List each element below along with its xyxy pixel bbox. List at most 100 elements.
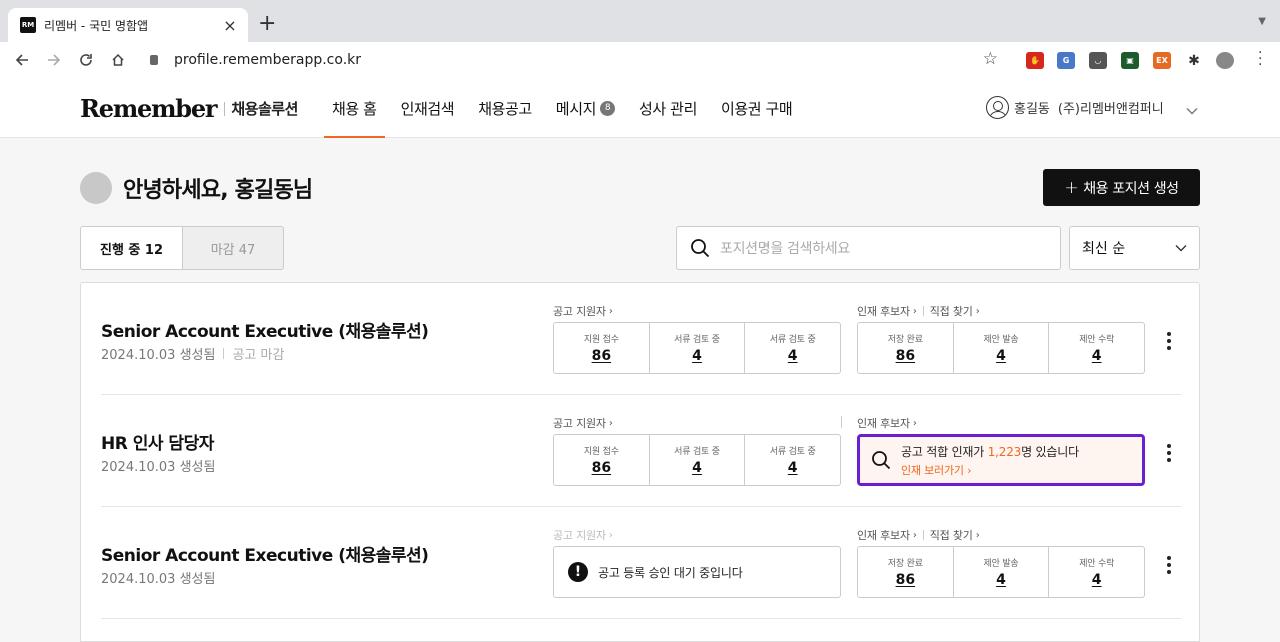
stat-sent[interactable]: 제안 발송 4 <box>954 323 1050 373</box>
tab-title: 리멤버 - 국민 명함앱 <box>44 18 149 33</box>
close-tab-icon[interactable]: × <box>222 16 238 35</box>
stat-accepted[interactable]: 제안 수락 4 <box>1049 547 1144 597</box>
extensions-puzzle-icon[interactable]: ✱ <box>1185 52 1203 69</box>
banner-suffix: 명 있습니다 <box>1021 444 1079 459</box>
applicants-link[interactable]: 공고 지원자 › <box>553 415 613 431</box>
stat-received[interactable]: 지원 접수 86 <box>554 323 650 373</box>
chevron-right-icon: › <box>912 417 917 429</box>
stat-accepted[interactable]: 제안 수락 4 <box>1049 323 1144 373</box>
browser-menu-icon[interactable]: · · · <box>1258 46 1262 72</box>
view-talent-link[interactable]: 인재 보러가기 › <box>901 462 1079 478</box>
chevron-right-icon: › <box>912 529 917 541</box>
more-options-icon[interactable] <box>1167 444 1171 462</box>
more-options-icon[interactable] <box>1167 332 1171 350</box>
stat-label: 지원 접수 <box>583 447 619 457</box>
applicants-label: 공고 지원자 <box>553 529 606 542</box>
stat-value: 4 <box>1091 348 1102 364</box>
chevron-right-icon: › <box>975 305 980 317</box>
stat-value: 4 <box>787 348 798 364</box>
brand[interactable]: Remember 채용솔루션 <box>80 94 298 123</box>
notice-text: 공고 등록 승인 대기 중입니다 <box>598 565 743 580</box>
more-options-icon[interactable] <box>1167 556 1171 574</box>
candidates-link[interactable]: 인재 후보자 <box>857 303 910 319</box>
candidates-link[interactable]: 인재 후보자 <box>857 527 910 543</box>
forward-icon[interactable] <box>38 44 70 76</box>
exclamation-icon: ! <box>568 562 588 582</box>
job-meta: 2024.10.03 생성됨 <box>101 568 215 587</box>
new-tab-icon[interactable]: + <box>258 12 276 36</box>
sort-select[interactable]: 최신 순 <box>1069 226 1200 270</box>
extension-ex-icon[interactable]: EX <box>1153 52 1171 69</box>
job-list: Senior Account Executive (채용솔루션) 2024.10… <box>80 282 1200 642</box>
bookmark-star-icon[interactable]: ☆ <box>983 49 998 69</box>
job-row[interactable]: Senior Account Executive (채용솔루션) 2024.10… <box>101 507 1181 619</box>
search-input[interactable]: 포지션명을 검색하세요 <box>720 238 850 258</box>
direct-search-link[interactable]: 직접 찾기 <box>930 303 973 319</box>
stat-label: 지원 접수 <box>583 335 619 345</box>
job-date: 2024.10.03 생성됨 <box>101 572 216 587</box>
stat-reviewing[interactable]: 서류 검토 중 4 <box>745 323 840 373</box>
stat-reviewing[interactable]: 서류 검토 중 4 <box>745 435 840 485</box>
stat-value: 4 <box>996 572 1006 588</box>
tab-closed[interactable]: 마감 47 <box>183 226 284 270</box>
applicants-link[interactable]: 공고 지원자 › <box>553 303 613 319</box>
stat-label: 제안 발송 <box>983 559 1019 569</box>
nav-job-posts[interactable]: 채용공고 <box>478 78 532 138</box>
nav-purchase-pass[interactable]: 이용권 구매 <box>721 78 793 138</box>
tab-search-icon[interactable]: ▼ <box>1258 16 1266 27</box>
home-icon[interactable] <box>102 44 134 76</box>
candidates-link[interactable]: 인재 후보자 › <box>857 415 917 431</box>
extension-translate-icon[interactable]: G <box>1057 52 1075 69</box>
stat-reviewing[interactable]: 서류 검토 중 4 <box>650 435 746 485</box>
banner-message: 공고 적합 인재가 1,223명 있습니다 <box>901 443 1079 460</box>
stat-reviewing[interactable]: 서류 검토 중 4 <box>650 323 746 373</box>
address-bar[interactable]: profile.rememberapp.co.kr ☆ <box>140 46 1010 74</box>
user-menu[interactable]: 홍길동 (주)리멤버앤컴퍼니 <box>986 96 1164 119</box>
nav-talent-search[interactable]: 인재검색 <box>401 78 455 138</box>
create-position-button[interactable]: + 채용 포지션 생성 <box>1043 169 1200 206</box>
job-title[interactable]: HR 인사 담당자 <box>101 429 214 454</box>
candidate-stats: 저장 완료 86 제안 발송 4 제안 수락 4 <box>857 322 1145 374</box>
candidates-links: 인재 후보자 › 직접 찾기 › <box>857 527 980 543</box>
stat-label: 서류 검토 중 <box>674 335 720 345</box>
back-icon[interactable] <box>6 44 38 76</box>
chevron-down-icon[interactable] <box>1186 100 1198 119</box>
brand-subtitle: 채용솔루션 <box>231 100 298 118</box>
browser-tab[interactable]: RM 리멤버 - 국민 명함앱 × <box>8 8 248 42</box>
extension-pocket-icon[interactable]: ◡ <box>1089 52 1107 69</box>
job-meta: 2024.10.03 생성됨 <box>101 456 215 475</box>
job-title[interactable]: Senior Account Executive (채용솔루션) <box>101 541 429 566</box>
applicants-link: 공고 지원자 › <box>553 527 613 543</box>
job-title[interactable]: Senior Account Executive (채용솔루션) <box>101 317 429 342</box>
url-text: profile.rememberapp.co.kr <box>174 52 362 68</box>
stat-value: 4 <box>692 460 702 476</box>
stat-sent[interactable]: 제안 발송 4 <box>954 547 1050 597</box>
stat-label: 서류 검토 중 <box>674 447 720 457</box>
chevron-right-icon: › <box>608 529 613 541</box>
lock-icon[interactable] <box>150 55 158 65</box>
main-nav: 채용 홈 인재검색 채용공고 메시지 8 성사 관리 이용권 구매 <box>324 78 816 138</box>
reload-icon[interactable] <box>70 44 102 76</box>
chevron-right-icon: › <box>608 305 613 317</box>
job-row[interactable]: Senior Account Executive (채용솔루션) 2024.10… <box>101 283 1181 395</box>
job-row[interactable]: HR 인사 담당자 2024.10.03 생성됨 공고 지원자 › 지원 접수 86… <box>101 395 1181 507</box>
candidates-label: 인재 후보자 <box>857 417 910 430</box>
create-position-label: 채용 포지션 생성 <box>1083 180 1179 197</box>
stat-saved[interactable]: 저장 완료 86 <box>858 323 954 373</box>
stat-value: 4 <box>996 348 1006 364</box>
browser-toolbar: profile.rememberapp.co.kr ☆ ✋ G ◡ ▣ EX ✱… <box>0 42 1280 78</box>
pending-approval-notice: ! 공고 등록 승인 대기 중입니다 <box>553 546 841 598</box>
stat-saved[interactable]: 저장 완료 86 <box>858 547 954 597</box>
direct-search-link[interactable]: 직접 찾기 <box>930 527 973 543</box>
nav-messages[interactable]: 메시지 8 <box>556 78 615 138</box>
profile-avatar-icon[interactable] <box>1216 52 1234 69</box>
extension-red-icon[interactable]: ✋ <box>1026 52 1044 69</box>
remember-logo: Remember <box>80 94 218 123</box>
extension-green-icon[interactable]: ▣ <box>1121 52 1139 69</box>
position-search[interactable]: 포지션명을 검색하세요 <box>676 226 1061 270</box>
nav-recruit-home[interactable]: 채용 홈 <box>324 78 385 138</box>
stat-received[interactable]: 지원 접수 86 <box>554 435 650 485</box>
matching-talent-banner[interactable]: 공고 적합 인재가 1,223명 있습니다 인재 보러가기 › <box>857 434 1145 486</box>
nav-hire-management[interactable]: 성사 관리 <box>639 78 697 138</box>
tab-in-progress[interactable]: 진행 중 12 <box>80 226 183 270</box>
